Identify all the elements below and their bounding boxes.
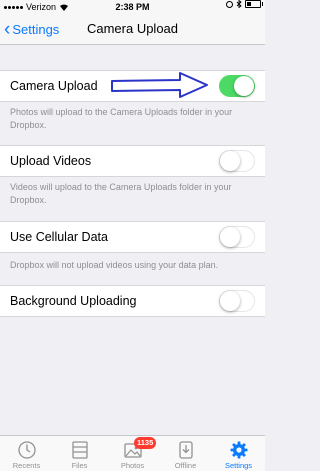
setting-label: Use Cellular Data bbox=[10, 230, 108, 244]
navigation-bar: ‹ Settings Camera Upload bbox=[0, 14, 265, 45]
setting-row-upload-videos: Upload Videos bbox=[0, 145, 265, 177]
setting-label: Upload Videos bbox=[10, 154, 92, 168]
tab-photos[interactable]: 1135 Photos bbox=[106, 436, 159, 471]
setting-row-background-uploading: Background Uploading bbox=[0, 285, 265, 317]
tab-offline[interactable]: Offline bbox=[159, 436, 212, 471]
background-uploading-toggle[interactable] bbox=[219, 290, 255, 312]
tab-files[interactable]: Files bbox=[53, 436, 106, 471]
alarm-icon bbox=[226, 1, 233, 8]
files-icon bbox=[71, 441, 88, 459]
tab-label: Files bbox=[71, 461, 88, 470]
setting-label: Camera Upload bbox=[10, 79, 98, 93]
tab-label: Recents bbox=[12, 461, 41, 470]
tab-recents[interactable]: Recents bbox=[0, 436, 53, 471]
setting-footer: Videos will upload to the Camera Uploads… bbox=[10, 182, 232, 205]
tab-label: Photos bbox=[120, 461, 145, 470]
upload-videos-toggle[interactable] bbox=[219, 150, 255, 172]
setting-label: Background Uploading bbox=[10, 294, 137, 308]
setting-row-use-cellular-data: Use Cellular Data bbox=[0, 221, 265, 253]
clock-icon bbox=[17, 441, 36, 459]
tab-settings[interactable]: Settings bbox=[212, 436, 265, 471]
toggle-knob bbox=[220, 291, 240, 311]
camera-upload-toggle[interactable] bbox=[219, 75, 255, 97]
status-right bbox=[226, 0, 263, 8]
tab-label: Offline bbox=[174, 461, 197, 470]
offline-icon bbox=[178, 441, 193, 459]
page-title: Camera Upload bbox=[86, 21, 179, 36]
tab-bar: Recents Files 1135 Photos Offline Settin… bbox=[0, 435, 265, 471]
gear-icon bbox=[230, 441, 247, 459]
photos-badge: 1135 bbox=[134, 437, 157, 449]
use-cellular-data-toggle[interactable] bbox=[219, 226, 255, 248]
setting-footer: Dropbox will not upload videos using you… bbox=[10, 260, 219, 270]
setting-footer: Photos will upload to the Camera Uploads… bbox=[10, 107, 233, 130]
annotation-arrow-shape bbox=[111, 72, 208, 98]
toggle-knob bbox=[234, 76, 254, 96]
tab-label: Settings bbox=[224, 461, 253, 470]
status-bar: Verizon 2:38 PM bbox=[0, 0, 265, 14]
battery-icon bbox=[245, 0, 263, 8]
toggle-knob bbox=[220, 227, 240, 247]
bluetooth-icon bbox=[236, 0, 242, 8]
toggle-knob bbox=[220, 151, 240, 171]
annotation-arrow-icon bbox=[111, 72, 208, 98]
